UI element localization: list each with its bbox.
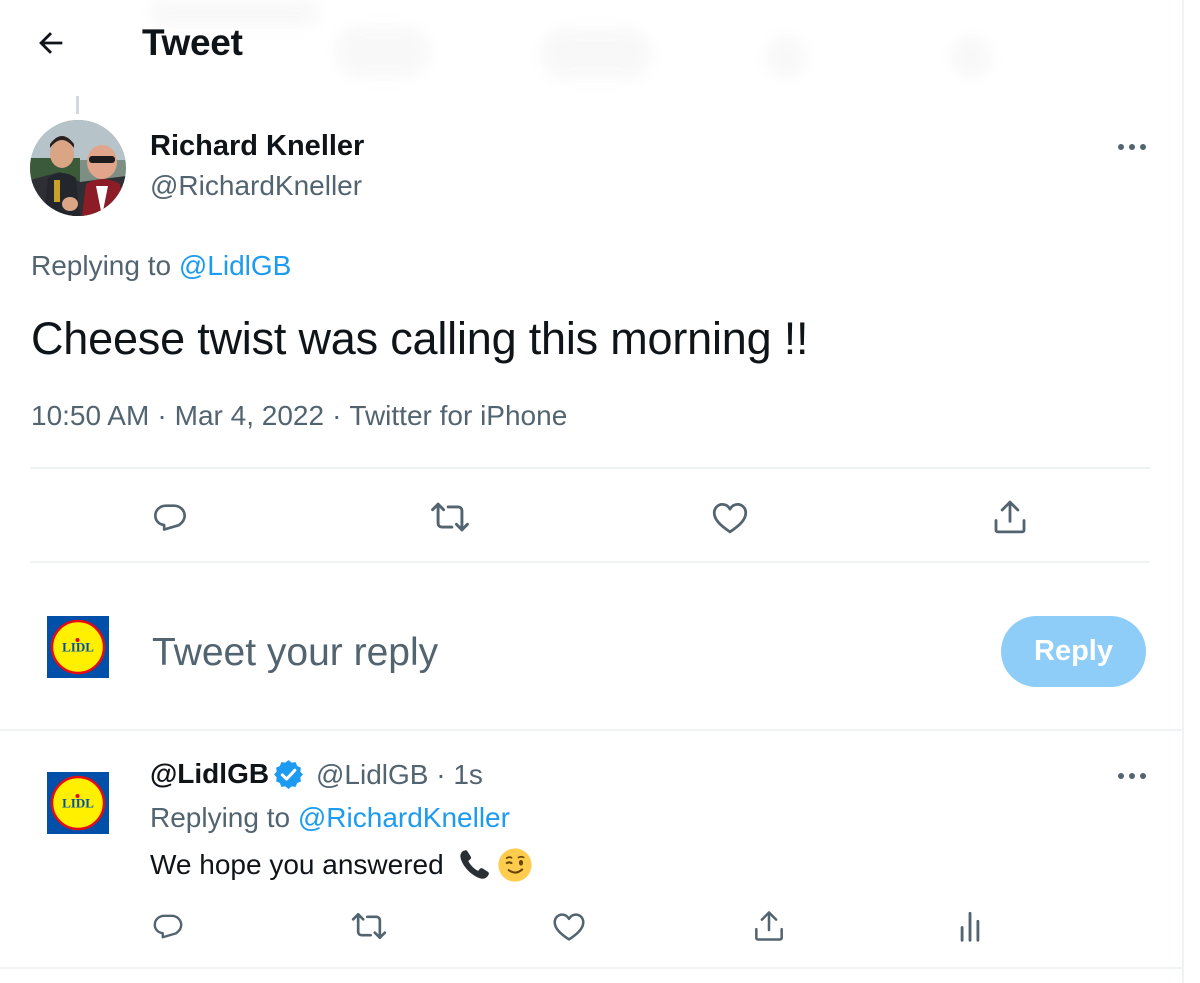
- wink-emoji: [496, 846, 534, 884]
- like-icon: [712, 503, 748, 534]
- faded-header-shape: [335, 26, 430, 78]
- verified-badge-icon: [272, 758, 305, 791]
- meta-separator: ·: [157, 400, 167, 431]
- faded-header-shape: [540, 28, 652, 80]
- reply-text: We hope you answered: [150, 849, 444, 880]
- section-divider: [0, 729, 1182, 731]
- divider: [30, 467, 1150, 469]
- faded-header-shape: [765, 36, 807, 78]
- reply-retweet-action[interactable]: [339, 896, 399, 956]
- page-title: Tweet: [142, 22, 243, 63]
- reply-action[interactable]: [140, 487, 200, 547]
- like-icon: [553, 913, 585, 941]
- column-border: [1182, 0, 1184, 983]
- tweet-source[interactable]: Twitter for iPhone: [349, 400, 567, 431]
- reply-text-container: We hope you answered: [150, 846, 534, 884]
- share-action[interactable]: [980, 487, 1040, 547]
- tweet-text: Cheese twist was calling this morning !!: [31, 313, 809, 364]
- reply-author-name[interactable]: @LidlGB: [150, 758, 269, 790]
- more-dot: [1118, 144, 1124, 150]
- more-options-button[interactable]: [1114, 136, 1150, 158]
- reply-like-action[interactable]: [539, 896, 599, 956]
- reply-reply-action[interactable]: [138, 896, 198, 956]
- more-dot: [1129, 144, 1135, 150]
- retweet-icon: [351, 913, 387, 939]
- author-name[interactable]: Richard Kneller: [150, 130, 364, 163]
- replying-to: Replying to @LidlGB: [31, 250, 291, 282]
- back-button[interactable]: [30, 22, 72, 64]
- bottom-divider: [0, 967, 1182, 969]
- share-icon: [755, 911, 783, 941]
- reply-icon: [153, 914, 183, 939]
- retweet-icon: [431, 502, 469, 532]
- avatar[interactable]: [30, 120, 126, 216]
- arrow-left-icon: [39, 32, 63, 54]
- more-dot: [1129, 773, 1135, 779]
- tweet-meta: 10:50 AM · Mar 4, 2022 · Twitter for iPhone: [31, 400, 567, 432]
- author-handle[interactable]: @RichardKneller: [150, 170, 362, 202]
- reply-input[interactable]: [152, 626, 972, 680]
- faded-header-shape: [950, 36, 992, 78]
- retweet-action[interactable]: [420, 487, 480, 547]
- tweet-date[interactable]: Mar 4, 2022: [175, 400, 324, 431]
- divider: [30, 561, 1150, 563]
- thread-connector-line: [76, 96, 79, 114]
- reply-handle-time[interactable]: @LidlGB · 1s: [316, 759, 483, 791]
- replying-prefix: Replying to: [150, 802, 291, 833]
- replying-to-link[interactable]: @RichardKneller: [298, 802, 510, 833]
- reply-share-action[interactable]: [739, 896, 799, 956]
- reply-button[interactable]: Reply: [1001, 616, 1146, 687]
- reply-analytics-action[interactable]: [940, 896, 1000, 956]
- replying-prefix: Replying to: [31, 250, 172, 281]
- analytics-icon: [960, 911, 980, 942]
- reply-icon: [154, 504, 187, 531]
- reply-more-options-button[interactable]: [1114, 765, 1150, 787]
- replying-to-link[interactable]: @LidlGB: [179, 250, 291, 281]
- phone-emoji: [456, 847, 492, 883]
- more-dot: [1118, 773, 1124, 779]
- like-action[interactable]: [700, 487, 760, 547]
- share-icon: [994, 500, 1026, 534]
- more-dot: [1140, 144, 1146, 150]
- lidl-logo[interactable]: LIDL: [47, 616, 109, 678]
- tweet-time[interactable]: 10:50 AM: [31, 400, 149, 431]
- meta-separator: ·: [332, 400, 342, 431]
- more-dot: [1140, 773, 1146, 779]
- reply-replying-to: Replying to @RichardKneller: [150, 802, 510, 834]
- reply-author-avatar[interactable]: LIDL: [47, 772, 109, 834]
